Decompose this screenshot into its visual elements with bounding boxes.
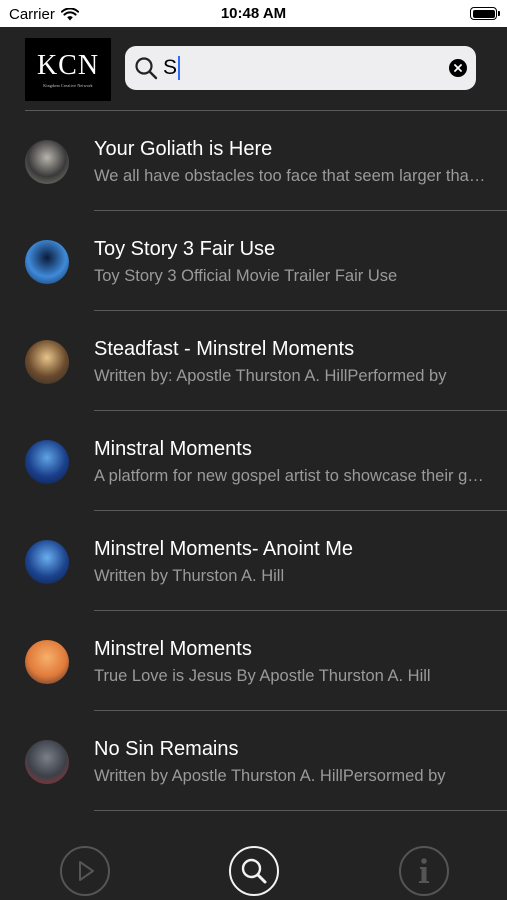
- result-subtitle: Written by Thurston A. Hill: [94, 567, 285, 585]
- search-icon: [135, 57, 158, 80]
- result-thumbnail: [25, 540, 69, 584]
- result-title: Minstrel Moments: [94, 638, 252, 660]
- app-logo[interactable]: KCN Kingdom Creative Network: [25, 38, 111, 101]
- result-thumbnail: [25, 240, 69, 284]
- search-icon: [241, 858, 267, 884]
- logo-text: KCN: [36, 50, 100, 81]
- battery-icon: [470, 7, 500, 20]
- play-icon: [79, 861, 94, 881]
- result-title: Toy Story 3 Fair Use: [94, 238, 276, 260]
- search-result-row[interactable]: Steadfast - Minstrel Moments Written by: …: [0, 311, 507, 411]
- clear-icon: [454, 64, 462, 72]
- app-screen: Carrier 10:48 AM KCN Kingdom Creative Ne…: [0, 0, 507, 900]
- result-subtitle: We all have obstacles too face that seem…: [94, 167, 486, 185]
- result-title: Minstrel Moments- Anoint Me: [94, 538, 353, 560]
- result-title: Steadfast - Minstrel Moments: [94, 338, 355, 360]
- search-result-row[interactable]: Your Goliath is Here We all have obstacle…: [0, 111, 507, 211]
- tab-search[interactable]: [229, 846, 279, 896]
- result-thumbnail: [25, 340, 69, 384]
- row-divider: [94, 810, 507, 811]
- result-thumbnail: [25, 140, 69, 184]
- tab-play[interactable]: [60, 846, 110, 896]
- search-result-row[interactable]: Minstral Moments A platform for new gospe…: [0, 411, 507, 511]
- search-result-row[interactable]: Toy Story 3 Fair Use Toy Story 3 Official…: [0, 211, 507, 311]
- status-time: 10:48 AM: [220, 5, 287, 22]
- result-thumbnail: [25, 740, 69, 784]
- result-subtitle: Written by: Apostle Thurston A. HillPerf…: [94, 367, 447, 385]
- tab-info[interactable]: [399, 846, 449, 896]
- search-field[interactable]: S: [125, 46, 476, 90]
- search-input-value: S: [163, 56, 178, 79]
- result-title: No Sin Remains: [94, 738, 239, 760]
- logo-subtitle: Kingdom Creative Network: [43, 83, 93, 88]
- search-result-row[interactable]: Minstrel Moments- Anoint Me Written by Th…: [0, 511, 507, 611]
- header: KCN Kingdom Creative Network S: [0, 27, 507, 111]
- result-title: Minstral Moments: [94, 438, 252, 460]
- text-cursor: [178, 56, 181, 80]
- search-results-list: Your Goliath is Here We all have obstacle…: [0, 111, 507, 811]
- search-input[interactable]: S: [163, 56, 181, 80]
- search-result-row[interactable]: Minstrel Moments True Love is Jesus By Ap…: [0, 611, 507, 711]
- tab-bar: [0, 840, 507, 900]
- info-icon: [419, 858, 429, 883]
- result-subtitle: A platform for new gospel artist to show…: [94, 467, 486, 485]
- search-result-row[interactable]: No Sin Remains Written by Apostle Thursto…: [0, 711, 507, 811]
- result-subtitle: Written by Apostle Thurston A. HillPerso…: [94, 767, 446, 785]
- battery-fill: [472, 9, 495, 18]
- result-thumbnail: [25, 440, 69, 484]
- result-subtitle: True Love is Jesus By Apostle Thurston A…: [94, 667, 431, 685]
- clear-search-button[interactable]: [449, 59, 467, 77]
- result-thumbnail: [25, 640, 69, 684]
- result-title: Your Goliath is Here: [94, 138, 273, 160]
- result-subtitle: Toy Story 3 Official Movie Trailer Fair …: [94, 267, 398, 285]
- status-bar: Carrier 10:48 AM: [0, 0, 507, 27]
